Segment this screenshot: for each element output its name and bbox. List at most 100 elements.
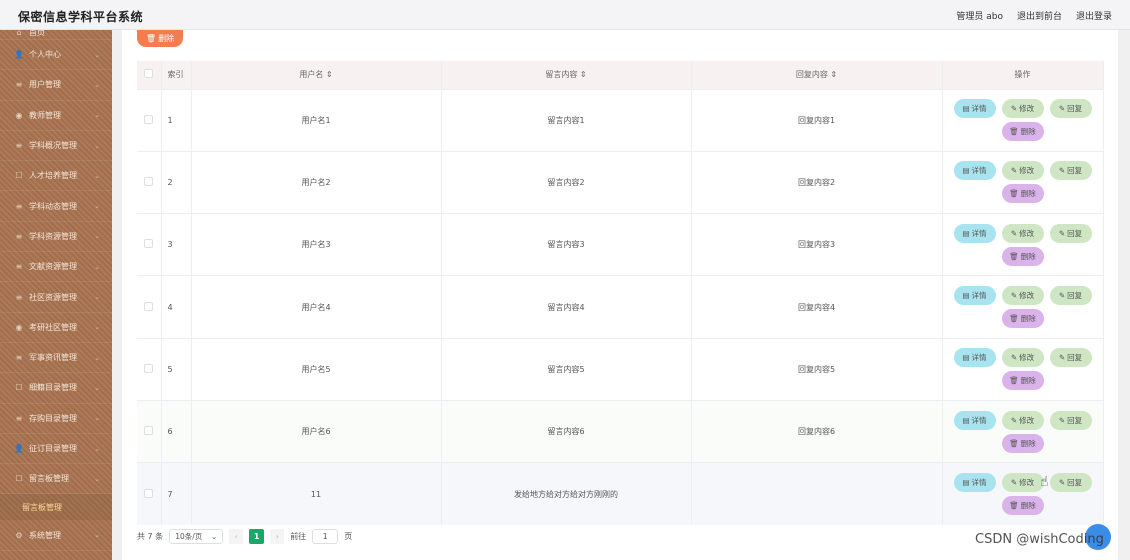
sidebar-item[interactable]: ☐ 细籍目录管理 ⌄ [0, 373, 112, 404]
row-checkbox-cell[interactable] [137, 399, 162, 463]
delete-button[interactable]: 🗑 删除 [1001, 309, 1044, 329]
sidebar-item-label: 军事资讯管理 [29, 353, 77, 363]
edit-button[interactable]: ✎ 修改 [1001, 286, 1044, 306]
detail-button[interactable]: ▤ 详情 [953, 161, 996, 181]
cell-actions: ▤ 详情 ✎ 修改 ✎ 回复 🗑 删除 [942, 337, 1104, 401]
delete-button[interactable]: 🗑 删除 [1001, 496, 1044, 516]
detail-button[interactable]: ▤ 详情 [953, 473, 996, 493]
detail-button[interactable]: ▤ 详情 [953, 286, 996, 306]
chevron-down-icon: ⌄ [94, 111, 100, 120]
list-icon: ≡ [15, 262, 23, 272]
reply-button[interactable]: ✎ 回复 [1049, 223, 1092, 243]
row-checkbox[interactable] [144, 301, 154, 311]
back-to-front-link[interactable]: 退出到前台 [1017, 9, 1062, 22]
chevron-down-icon: ⌄ [94, 50, 100, 59]
delete-button[interactable]: 🗑 删除 [1001, 371, 1044, 391]
row-checkbox[interactable] [144, 114, 154, 124]
document-icon: ▤ [962, 166, 970, 176]
row-checkbox-cell[interactable] [137, 150, 162, 214]
delete-button[interactable]: 🗑 删除 [1001, 246, 1044, 266]
edit-button[interactable]: ✎ 修改 [1001, 348, 1044, 368]
reply-button[interactable]: ✎ 回复 [1049, 99, 1092, 119]
sidebar-item[interactable]: 👤 征订目录管理 ⌄ [0, 434, 112, 465]
sidebar-item[interactable]: ◉ 考研社区管理 ⌄ [0, 313, 112, 343]
sidebar-item[interactable]: ◉ 教师管理 ⌄ [0, 101, 112, 131]
app-title: 保密信息学科平台系统 [18, 10, 144, 24]
next-page-button[interactable]: › [270, 529, 285, 544]
sidebar-item[interactable]: ≡ 军事资讯管理 ⌄ [0, 343, 112, 374]
cell-username: 用户名6 [191, 399, 442, 463]
sidebar-item[interactable]: ≡ 学科动态管理 ⌄ [0, 191, 112, 222]
cursor-hand-icon: ☝ [1040, 474, 1049, 490]
sidebar-item[interactable]: ≡ 文献资源管理 ⌄ [0, 252, 112, 283]
row-checkbox-cell[interactable] [137, 88, 162, 152]
sidebar-item[interactable]: ≡ 用户管理 ⌄ [0, 70, 112, 101]
reply-button[interactable]: ✎ 回复 [1049, 348, 1092, 368]
sidebar-subitem-message-board[interactable]: 留言板管理 [0, 494, 112, 521]
trash-icon: 🗑 [1009, 251, 1019, 261]
edit-button[interactable]: ✎ 修改 [1001, 99, 1044, 119]
row-checkbox[interactable] [144, 426, 154, 436]
current-page[interactable]: 1 [249, 529, 265, 544]
sidebar-item[interactable]: ≡ 学科资源管理 ⌄ [0, 222, 112, 253]
chat-icon: ☐ [15, 383, 23, 393]
sidebar-item[interactable]: ≡ 学科概况管理 ⌄ [0, 131, 112, 162]
list-icon: ≡ [15, 413, 23, 423]
row-checkbox-cell[interactable] [137, 337, 162, 401]
sidebar-item[interactable]: ≡ 社区资源管理 ⌄ [0, 282, 112, 313]
delete-button[interactable]: 🗑 删除 [1001, 122, 1044, 142]
detail-button[interactable]: ▤ 详情 [953, 223, 996, 243]
header-message[interactable]: 留言内容 ⇕ [441, 61, 692, 89]
cell-index: 3 [161, 213, 192, 276]
prev-page-button[interactable]: ‹ [229, 529, 244, 544]
sidebar-item[interactable]: ≡ 存购目录管理 ⌄ [0, 404, 112, 434]
select-all-checkbox-cell[interactable] [137, 61, 162, 89]
row-checkbox[interactable] [144, 488, 154, 498]
detail-button[interactable]: ▤ 详情 [953, 410, 996, 430]
trash-icon: 🗑 [145, 34, 157, 43]
row-checkbox-cell[interactable] [137, 275, 162, 339]
cell-reply: 回复内容1 [691, 88, 943, 152]
row-checkbox-cell[interactable] [137, 462, 162, 526]
detail-button[interactable]: ▤ 详情 [953, 348, 996, 368]
sidebar-item-label: 教师管理 [29, 110, 61, 120]
chevron-down-icon: ⌄ [94, 414, 100, 423]
table-row: 1 用户名1 留言内容1 回复内容1 ▤ 详情 ✎ 修改 ✎ 回复 🗑 删除 [137, 88, 1104, 152]
reply-button[interactable]: ✎ 回复 [1049, 473, 1092, 493]
row-checkbox[interactable] [144, 363, 154, 373]
sidebar-item[interactable]: ☐ 留言板管理 ⌄ [0, 464, 112, 495]
sidebar-item-home[interactable]: ⌂ 首页 [0, 30, 112, 40]
table-row: 6 用户名6 留言内容6 回复内容6 ▤ 详情 ✎ 修改 ✎ 回复 🗑 删除 [137, 399, 1104, 463]
chevron-down-icon: ⌄ [94, 80, 100, 89]
detail-button[interactable]: ▤ 详情 [953, 99, 996, 119]
select-all-checkbox[interactable] [144, 69, 154, 79]
header-reply[interactable]: 回复内容 ⇕ [691, 61, 943, 89]
reply-button[interactable]: ✎ 回复 [1049, 410, 1092, 430]
delete-button[interactable]: 🗑 删除 [1001, 184, 1044, 204]
edit-button[interactable]: ✎ 修改 [1001, 161, 1044, 181]
edit-button[interactable]: ✎ 修改 [1001, 223, 1044, 243]
page-size-select[interactable]: 10条/页 ⌄ [169, 529, 224, 544]
edit-button[interactable]: ✎ 修改 [1001, 410, 1044, 430]
sidebar-item[interactable]: ☐ 人才培养管理 ⌄ [0, 161, 112, 192]
pencil-icon: ✎ [1010, 478, 1018, 488]
goto-page-input[interactable]: 1 [312, 529, 339, 544]
reply-button[interactable]: ✎ 回复 [1049, 161, 1092, 181]
total-count: 共 7 条 [137, 532, 164, 541]
delete-button[interactable]: 🗑 删除 [1001, 433, 1044, 453]
edit-button[interactable]: ✎ 修改 [1001, 473, 1044, 493]
logout-link[interactable]: 退出登录 [1076, 9, 1112, 22]
bulk-delete-button[interactable]: 🗑 删除 [137, 30, 183, 47]
header-username[interactable]: 用户名 ⇕ [191, 61, 442, 89]
chat-icon: ☐ [15, 171, 23, 181]
reply-button[interactable]: ✎ 回复 [1049, 286, 1092, 306]
row-checkbox[interactable] [144, 176, 154, 186]
row-checkbox[interactable] [144, 239, 154, 249]
cell-reply [691, 462, 943, 526]
cell-index: 7 [161, 462, 192, 526]
sidebar-item-system[interactable]: ⚙ 系统管理 ⌄ [0, 520, 112, 551]
sidebar-item[interactable]: 👤 个人中心 ⌄ [0, 40, 112, 71]
chevron-down-icon: ⌄ [94, 262, 100, 271]
document-icon: ▤ [962, 415, 970, 425]
row-checkbox-cell[interactable] [137, 213, 162, 276]
